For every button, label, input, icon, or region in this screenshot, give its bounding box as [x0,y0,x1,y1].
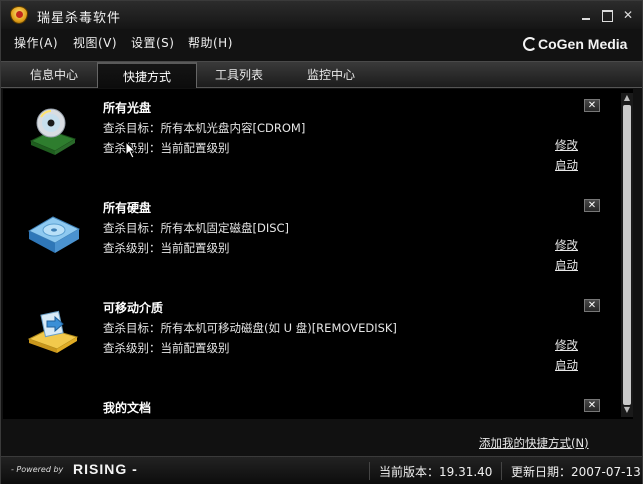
menu-operate[interactable]: 操作(A) [14,34,58,51]
cdrom-drive-icon [25,107,81,157]
menu-view[interactable]: 视图(V) [73,34,117,51]
shortcut-item-harddisk: 所有硬盘 查杀目标：所有本机固定磁盘[DISC] 查杀级别：当前配置级别 ✕ 修… [3,189,623,289]
tab-shortcuts[interactable]: 快捷方式 [97,62,197,88]
title-bar[interactable]: 瑞星杀毒软件 ✕ [1,1,642,29]
cogen-logo-icon [523,37,537,51]
shortcut-item-my-documents: 我的文档 ✕ [3,389,623,419]
scroll-up-icon[interactable]: ▲ [622,93,632,103]
remove-shortcut-button[interactable]: ✕ [584,399,600,412]
window-title: 瑞星杀毒软件 [37,11,122,26]
shortcut-list: 所有光盘 查杀目标：所有本机光盘内容[CDROM] 查杀级别：当前配置级别 ✕ … [3,89,633,419]
shortcut-title: 所有硬盘 [103,201,152,215]
app-window: 瑞星杀毒软件 ✕ 操作(A) 视图(V) 设置(S) 帮助(H) CoGen M… [0,0,643,484]
scroll-thumb[interactable] [623,105,631,405]
status-divider [369,462,370,480]
shortcut-title: 我的文档 [103,401,152,415]
remove-shortcut-button[interactable]: ✕ [584,99,600,112]
close-button[interactable]: ✕ [621,8,635,22]
status-divider [501,462,502,480]
edit-shortcut-link[interactable]: 修改 [555,137,578,153]
shortcut-target: 查杀目标：所有本机可移动磁盘(如 U 盘)[REMOVEDISK] [103,321,397,335]
tab-info-center[interactable]: 信息中心 [7,62,101,88]
cogen-media-logo: CoGen Media [523,36,627,52]
shortcut-level: 查杀级别：当前配置级别 [103,141,230,155]
scroll-down-icon[interactable]: ▼ [622,405,632,415]
status-bar: - Powered by RISING - 当前版本：19.31.40 更新日期… [1,456,642,484]
rising-shield-icon [10,6,28,24]
hard-disk-icon [25,207,81,257]
shortcut-target: 查杀目标：所有本机光盘内容[CDROM] [103,121,306,135]
powered-by-label: - Powered by [11,465,64,474]
my-documents-icon [25,407,81,419]
edit-shortcut-link[interactable]: 修改 [555,337,578,353]
start-scan-link[interactable]: 启动 [555,257,578,273]
removable-media-icon [25,307,81,357]
start-scan-link[interactable]: 启动 [555,157,578,173]
menu-settings[interactable]: 设置(S) [131,34,174,51]
shortcut-item-removable: 可移动介质 查杀目标：所有本机可移动磁盘(如 U 盘)[REMOVEDISK] … [3,289,623,389]
tab-bar: 信息中心 快捷方式 工具列表 监控中心 [1,61,642,88]
shortcut-title: 所有光盘 [103,101,152,115]
tab-tool-list[interactable]: 工具列表 [191,62,287,88]
menu-help[interactable]: 帮助(H) [188,34,233,51]
start-scan-link[interactable]: 启动 [555,357,578,373]
shortcut-item-cdrom: 所有光盘 查杀目标：所有本机光盘内容[CDROM] 查杀级别：当前配置级别 ✕ … [3,89,623,189]
edit-shortcut-link[interactable]: 修改 [555,237,578,253]
brand-text: CoGen Media [538,36,628,52]
add-shortcut-link[interactable]: 添加我的快捷方式(N) [479,435,589,451]
shortcut-level: 查杀级别：当前配置级别 [103,341,230,355]
menu-bar: 操作(A) 视图(V) 设置(S) 帮助(H) CoGen Media [1,29,642,61]
list-scrollbar[interactable]: ▲ ▼ [621,93,633,417]
minimize-button[interactable] [579,8,593,22]
shortcut-level: 查杀级别：当前配置级别 [103,241,230,255]
remove-shortcut-button[interactable]: ✕ [584,299,600,312]
tab-monitor-center[interactable]: 监控中心 [283,62,379,88]
version-label: 当前版本：19.31.40 [379,465,493,479]
remove-shortcut-button[interactable]: ✕ [584,199,600,212]
shortcut-title: 可移动介质 [103,301,164,315]
maximize-button[interactable] [600,8,614,22]
update-date-label: 更新日期：2007-07-13 [511,465,641,479]
shortcut-target: 查杀目标：所有本机固定磁盘[DISC] [103,221,290,235]
rising-logo: RISING - [73,461,138,477]
